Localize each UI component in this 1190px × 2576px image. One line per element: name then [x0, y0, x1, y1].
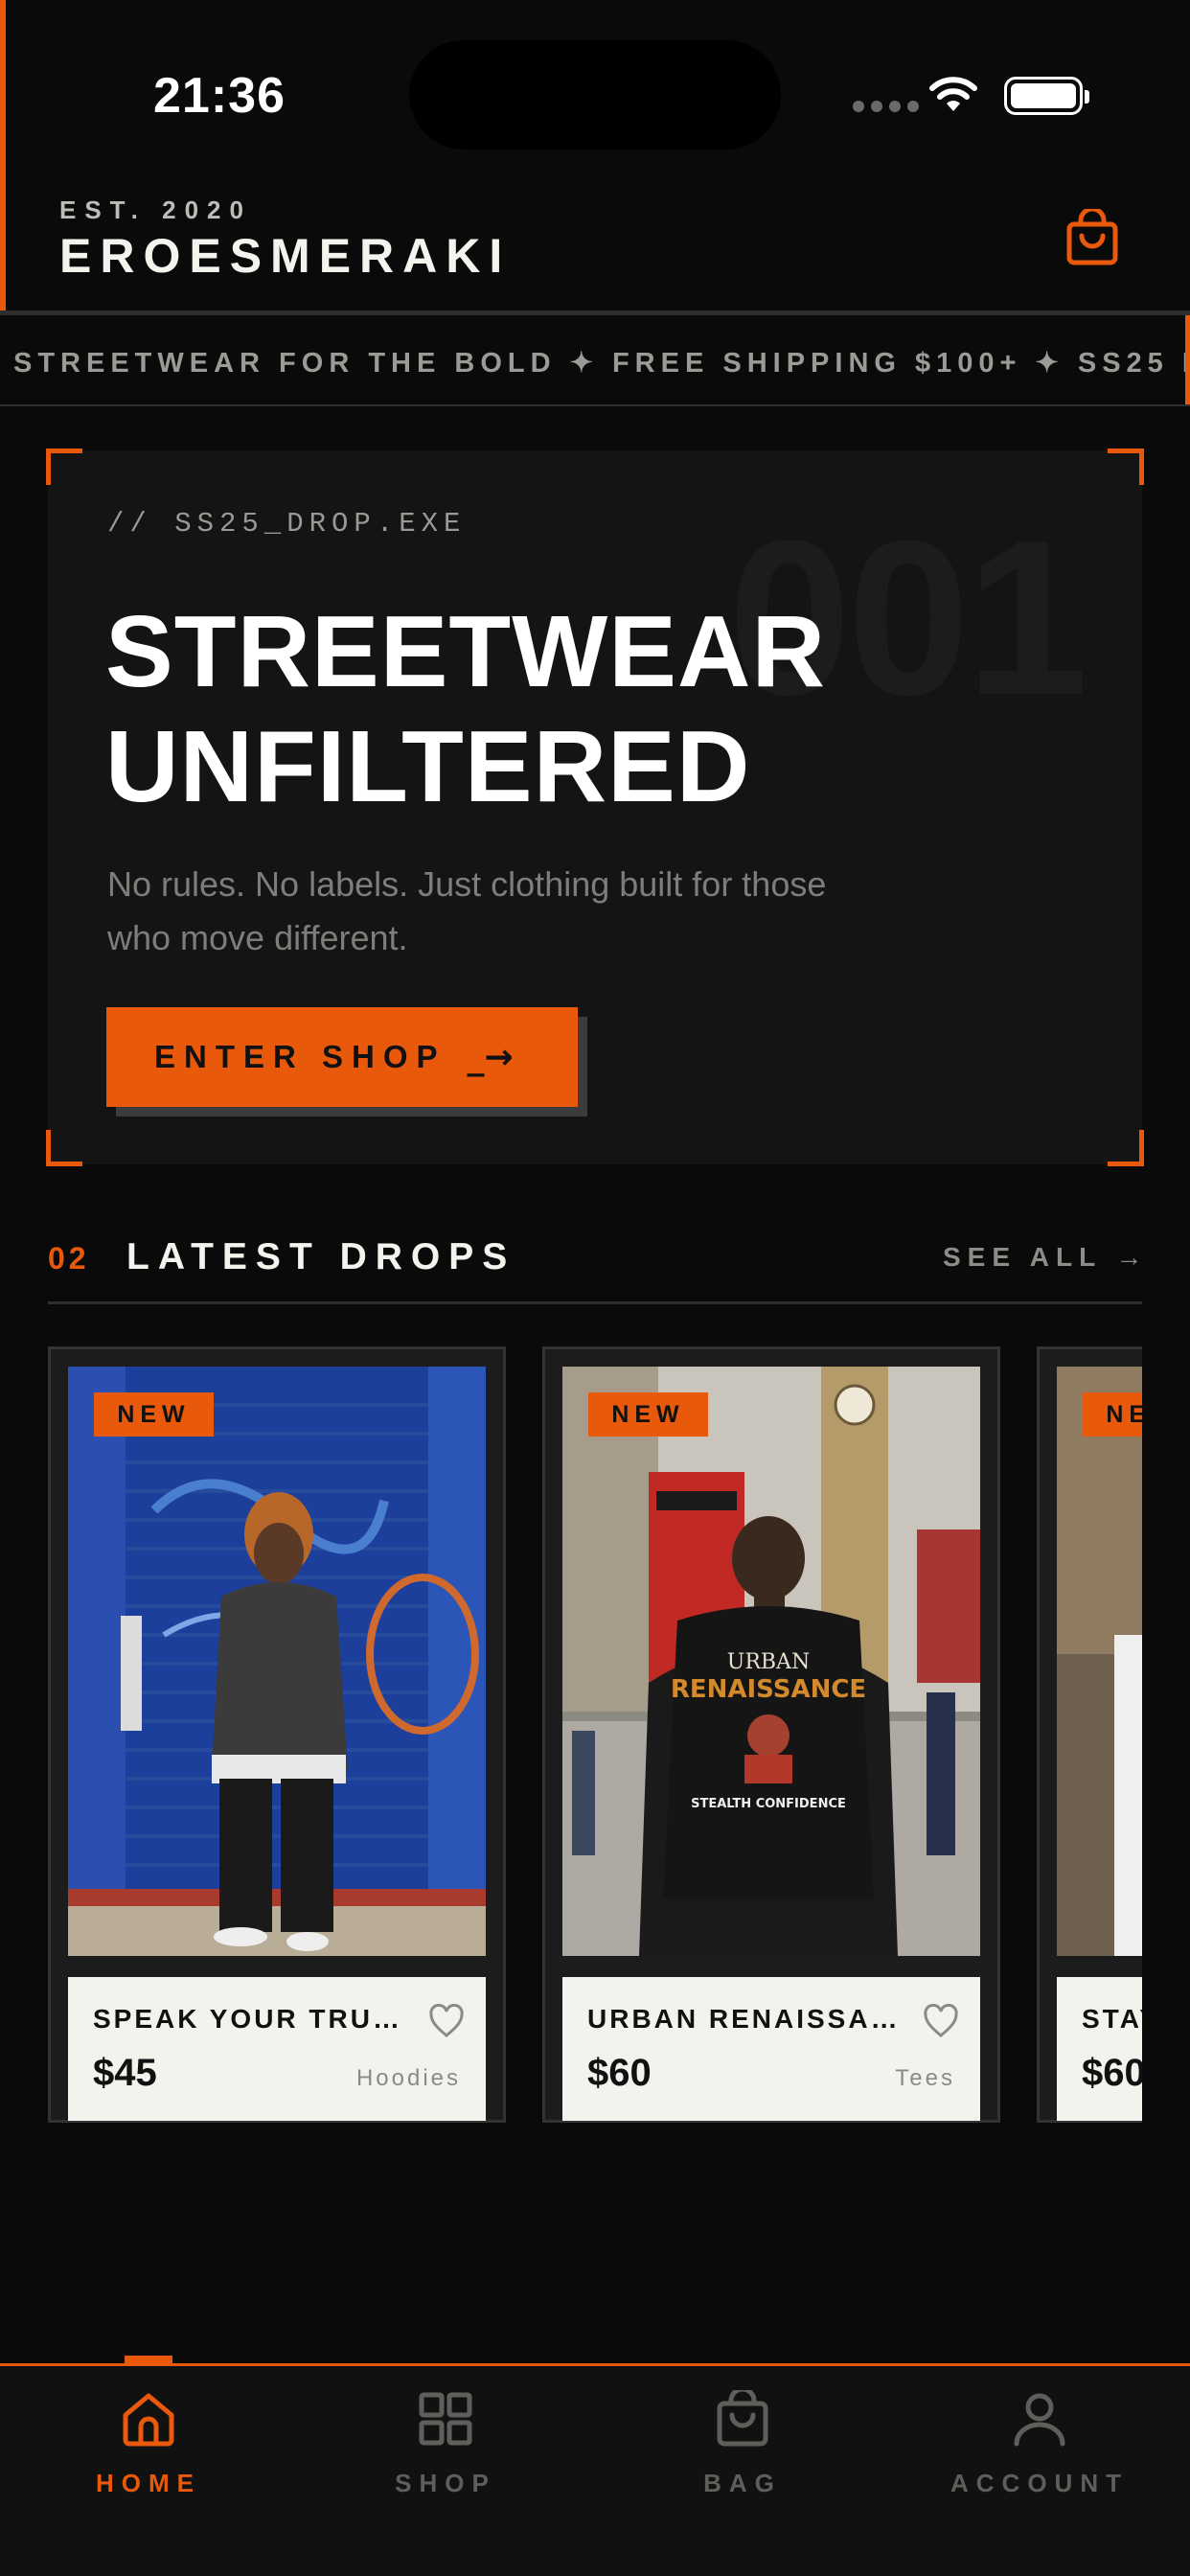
- tab-label: SHOP: [395, 2469, 496, 2497]
- tee-print-line2: RENAISSANCE: [671, 1675, 866, 1704]
- product-category: Hoodies: [355, 2065, 461, 2091]
- product-name: URBAN RENAISSANCE TEE: [587, 2004, 904, 2034]
- status-bar: 21:36: [0, 0, 1190, 182]
- product-category: Tees: [895, 2065, 955, 2091]
- enter-shop-label: ENTER SHOP: [154, 1039, 446, 1074]
- tab-bag[interactable]: BAG: [599, 2390, 886, 2498]
- active-tab-indicator: [125, 2356, 172, 2363]
- accent-bar: [0, 0, 6, 311]
- wifi-icon: [929, 77, 977, 111]
- hero-title: STREETWEAR UNFILTERED: [105, 594, 826, 824]
- product-carousel[interactable]: NEW SPEAK YOUR TRUTH HOODIE $45 Hoodies: [48, 1346, 1142, 2123]
- product-photo: [1057, 1367, 1142, 1956]
- section-divider: [48, 1301, 1142, 1304]
- product-photo: URBAN RENAISSANCE STEALTH CONFIDENCE: [562, 1367, 980, 1956]
- product-card[interactable]: URBAN RENAISSANCE STEALTH CONFIDENCE NEW…: [542, 1346, 1000, 2123]
- brand-established: EST. 2020: [59, 196, 252, 224]
- product-info: STAY $60: [1057, 1977, 1142, 2121]
- frame-corner-bottom-right: [1108, 1130, 1144, 1166]
- hero-tag: // SS25_DROP.EXE: [107, 508, 467, 540]
- product-price: $60: [1082, 2052, 1142, 2094]
- announcement-marquee: STREETWEAR FOR THE BOLD ✦ FREE SHIPPING …: [0, 315, 1190, 406]
- product-card[interactable]: NEW STAY $60: [1037, 1346, 1142, 2123]
- frame-corner-top-right: [1108, 448, 1144, 485]
- tab-label: HOME: [96, 2469, 201, 2497]
- bag-icon: [717, 2390, 768, 2447]
- tab-home[interactable]: HOME: [5, 2390, 292, 2498]
- product-info: SPEAK YOUR TRUTH HOODIE $45 Hoodies: [68, 1977, 486, 2121]
- tab-label: BAG: [703, 2469, 782, 2497]
- frame-corner-top-left: [46, 448, 82, 485]
- section-title: LATEST DROPS: [126, 1236, 516, 1277]
- cellular-signal-icon: [853, 101, 919, 112]
- grid-icon: [419, 2392, 472, 2446]
- dynamic-island: [409, 40, 781, 150]
- new-badge: NEW: [94, 1392, 214, 1437]
- user-icon: [1014, 2393, 1065, 2447]
- status-time: 21:36: [153, 68, 286, 124]
- hero-title-line2: UNFILTERED: [105, 710, 751, 823]
- arrow-right-icon: _→: [467, 1037, 514, 1077]
- home-icon: [123, 2393, 174, 2447]
- heart-icon[interactable]: [428, 2004, 465, 2038]
- shopping-bag-icon[interactable]: [1064, 209, 1121, 266]
- product-name: SPEAK YOUR TRUTH HOODIE: [93, 2004, 409, 2034]
- marquee-accent: [1185, 315, 1190, 404]
- section-number: 02: [48, 1241, 90, 1276]
- new-badge: NEW: [1083, 1392, 1142, 1437]
- marquee-text: STREETWEAR FOR THE BOLD ✦ FREE SHIPPING …: [13, 348, 1190, 379]
- heart-icon[interactable]: [923, 2004, 959, 2038]
- tee-print-line3: STEALTH CONFIDENCE: [691, 1797, 846, 1811]
- hero-title-line1: STREETWEAR: [105, 595, 826, 708]
- product-price: $60: [587, 2052, 652, 2094]
- enter-shop-button[interactable]: ENTER SHOP _→: [106, 1007, 578, 1107]
- frame-corner-bottom-left: [46, 1130, 82, 1166]
- see-all-link[interactable]: SEE ALL →: [943, 1242, 1149, 1273]
- product-photo: [68, 1367, 486, 1956]
- tee-print-line1: URBAN: [727, 1650, 810, 1674]
- product-name: STAY: [1082, 2004, 1142, 2034]
- product-info: URBAN RENAISSANCE TEE $60 Tees: [562, 1977, 980, 2121]
- tab-label: ACCOUNT: [950, 2469, 1129, 2497]
- new-badge: NEW: [588, 1392, 708, 1437]
- hero-banner: 001 // SS25_DROP.EXE STREETWEAR UNFILTER…: [48, 450, 1142, 1164]
- tab-shop[interactable]: SHOP: [302, 2390, 589, 2498]
- brand-logo[interactable]: EROESMERAKI: [59, 228, 511, 284]
- tab-account[interactable]: ACCOUNT: [896, 2390, 1183, 2498]
- product-card[interactable]: NEW SPEAK YOUR TRUTH HOODIE $45 Hoodies: [48, 1346, 506, 2123]
- hero-subtitle: No rules. No labels. Just clothing built…: [107, 864, 827, 957]
- product-price: $45: [93, 2052, 157, 2094]
- battery-icon: [1004, 77, 1089, 115]
